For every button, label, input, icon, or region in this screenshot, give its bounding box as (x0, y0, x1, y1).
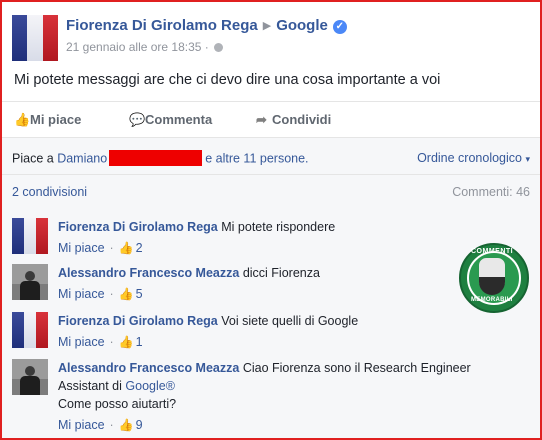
like-button[interactable]: 👍Mi piace (14, 112, 81, 128)
comment-like-link[interactable]: Mi piace (58, 287, 105, 301)
shares-link[interactable]: 2 condivisioni (12, 185, 87, 199)
post-timestamp: 21 gennaio alle ore 18:35 · (66, 40, 224, 54)
profile-photo-image (12, 359, 48, 395)
comment-text: Voi siete quelli di Google (221, 314, 359, 328)
comment-author-link[interactable]: Fiorenza Di Girolamo Rega (58, 220, 218, 234)
verified-badge-icon: ✓ (332, 20, 347, 34)
like-count[interactable]: 9 (136, 418, 143, 432)
post-text: Mi potete messaggi are che ci devo dire … (14, 72, 441, 88)
other-likers-link[interactable]: e altre 11 persone. (205, 151, 308, 165)
comment-author-link[interactable]: Alessandro Francesco Meazza (58, 266, 239, 280)
post-frame: Fiorenza Di Girolamo Rega ▶ Google ✓ 21 gen… (0, 0, 542, 440)
comment-like-link[interactable]: Mi piace (58, 335, 105, 349)
author-name-link[interactable]: Fiorenza Di Girolamo Rega (66, 17, 258, 34)
globe-privacy-icon (214, 43, 224, 52)
comments-count: Commenti: 46 (452, 185, 530, 199)
stats-bar: 2 condivisioni Commenti: 46 (2, 174, 540, 210)
post-header: Fiorenza Di Girolamo Rega ▶ Google ✓ (66, 17, 347, 35)
badge-top-text: COMMENTI (471, 248, 514, 255)
author-avatar[interactable] (12, 15, 58, 61)
timestamp-link[interactable]: 21 gennaio alle ore 18:35 (66, 40, 201, 54)
thumbs-up-icon: 👍 (118, 287, 134, 301)
like-count[interactable]: 5 (136, 287, 143, 301)
comment-text: dicci Fiorenza (242, 266, 320, 280)
reactions-bar: Piace a Damiano e altre 11 persone. Ordin… (2, 137, 540, 175)
like-count[interactable]: 2 (136, 241, 143, 255)
action-bar: 👍Mi piace 💬Commenta ➦ Condividi (2, 101, 540, 138)
profile-photo-image (12, 264, 48, 300)
comment-like-link[interactable]: Mi piace (58, 418, 105, 432)
comment-button[interactable]: 💬Commenta (129, 112, 212, 128)
likes-summary: Piace a Damiano e altre 11 persone. (12, 150, 309, 166)
commenter-avatar[interactable] (12, 312, 48, 348)
commenter-avatar[interactable] (12, 359, 48, 395)
share-arrow-icon: ➦ (256, 112, 267, 127)
thumbs-up-icon: 👍 (118, 241, 134, 255)
thumbs-up-icon: 👍 (118, 335, 134, 349)
google-link[interactable]: Google® (125, 379, 175, 393)
thumbs-up-icon: 👍 (118, 418, 134, 432)
comments-list: Fiorenza Di Girolamo Rega Mi potete risp… (2, 209, 540, 438)
french-flag-image (12, 312, 48, 348)
comment-like-link[interactable]: Mi piace (58, 241, 105, 255)
comment-author-link[interactable]: Fiorenza Di Girolamo Rega (58, 314, 218, 328)
separator-dot: · (204, 40, 209, 54)
french-flag-image (12, 218, 48, 254)
commenti-memorabili-logo: COMMENTI MEMORABILI (459, 243, 529, 313)
share-button[interactable]: ➦ Condividi (256, 112, 331, 128)
comment-order-dropdown[interactable]: Ordine cronologico ▾ (417, 151, 530, 165)
caret-down-icon: ▾ (525, 154, 530, 164)
comment-text: Mi potete rispondere (221, 220, 336, 234)
comment-text-line2: Come posso aiutarti? (58, 397, 177, 411)
french-flag-image (12, 15, 58, 61)
comment-icon: 💬 (129, 112, 146, 127)
like-count[interactable]: 1 (136, 335, 143, 349)
commenter-avatar[interactable] (12, 264, 48, 300)
thumbs-up-icon: 👍 (14, 112, 31, 127)
arrow-right-icon: ▶ (262, 20, 272, 32)
comment-author-link[interactable]: Alessandro Francesco Meazza (58, 361, 239, 375)
badge-bottom-text: MEMORABILI (471, 297, 513, 303)
target-page-link[interactable]: Google (276, 17, 328, 34)
commenter-avatar[interactable] (12, 218, 48, 254)
liker-name-link[interactable]: Damiano (57, 151, 107, 165)
redacted-name-block (109, 150, 203, 166)
